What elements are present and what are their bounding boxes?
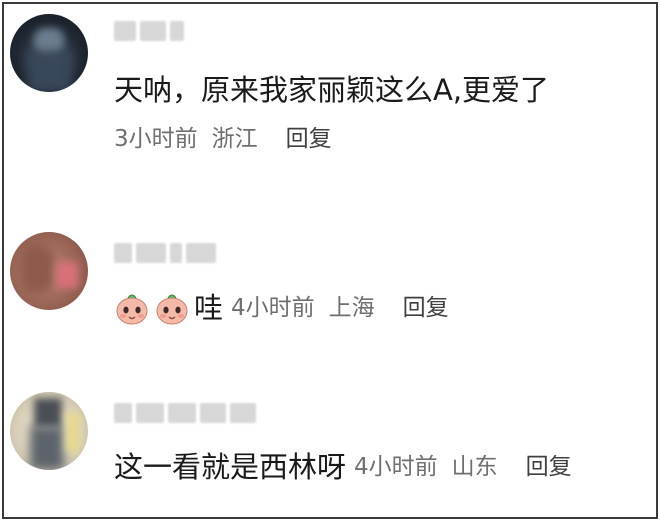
- comment-location: 山东: [451, 454, 498, 480]
- comment-location: 浙江: [211, 126, 258, 152]
- comment-time: 3小时前: [114, 126, 198, 152]
- comment-meta: 这一看就是西林呀 4小时前 山东 回复: [114, 452, 572, 482]
- peach-face-emoji: [114, 290, 150, 326]
- avatar[interactable]: [10, 232, 88, 310]
- username-blurred[interactable]: [114, 18, 184, 44]
- comment-location: 上海: [328, 295, 375, 321]
- comment-meta: 哇 4小时前 上海 回复: [114, 290, 449, 326]
- reply-button[interactable]: 回复: [526, 452, 572, 482]
- username-blurred[interactable]: [114, 240, 216, 266]
- comment-time: 4小时前: [231, 295, 315, 321]
- username-blurred[interactable]: [114, 400, 256, 426]
- comment-meta: 3小时前 浙江 回复: [114, 124, 332, 154]
- comment-text: 天呐，原来我家丽颖这么A,更爱了: [114, 73, 550, 107]
- comment-text: 这一看就是西林呀: [114, 450, 347, 484]
- comment-list: 天呐，原来我家丽颖这么A,更爱了 3小时前 浙江 回复 哇 4小时前 上海 回复…: [2, 2, 658, 519]
- avatar[interactable]: [10, 14, 88, 92]
- comment-time: 4小时前: [354, 454, 438, 480]
- reply-button[interactable]: 回复: [403, 293, 449, 323]
- comment-text: 哇: [194, 291, 224, 325]
- avatar[interactable]: [10, 392, 88, 470]
- peach-face-emoji: [154, 290, 190, 326]
- reply-button[interactable]: 回复: [286, 124, 332, 154]
